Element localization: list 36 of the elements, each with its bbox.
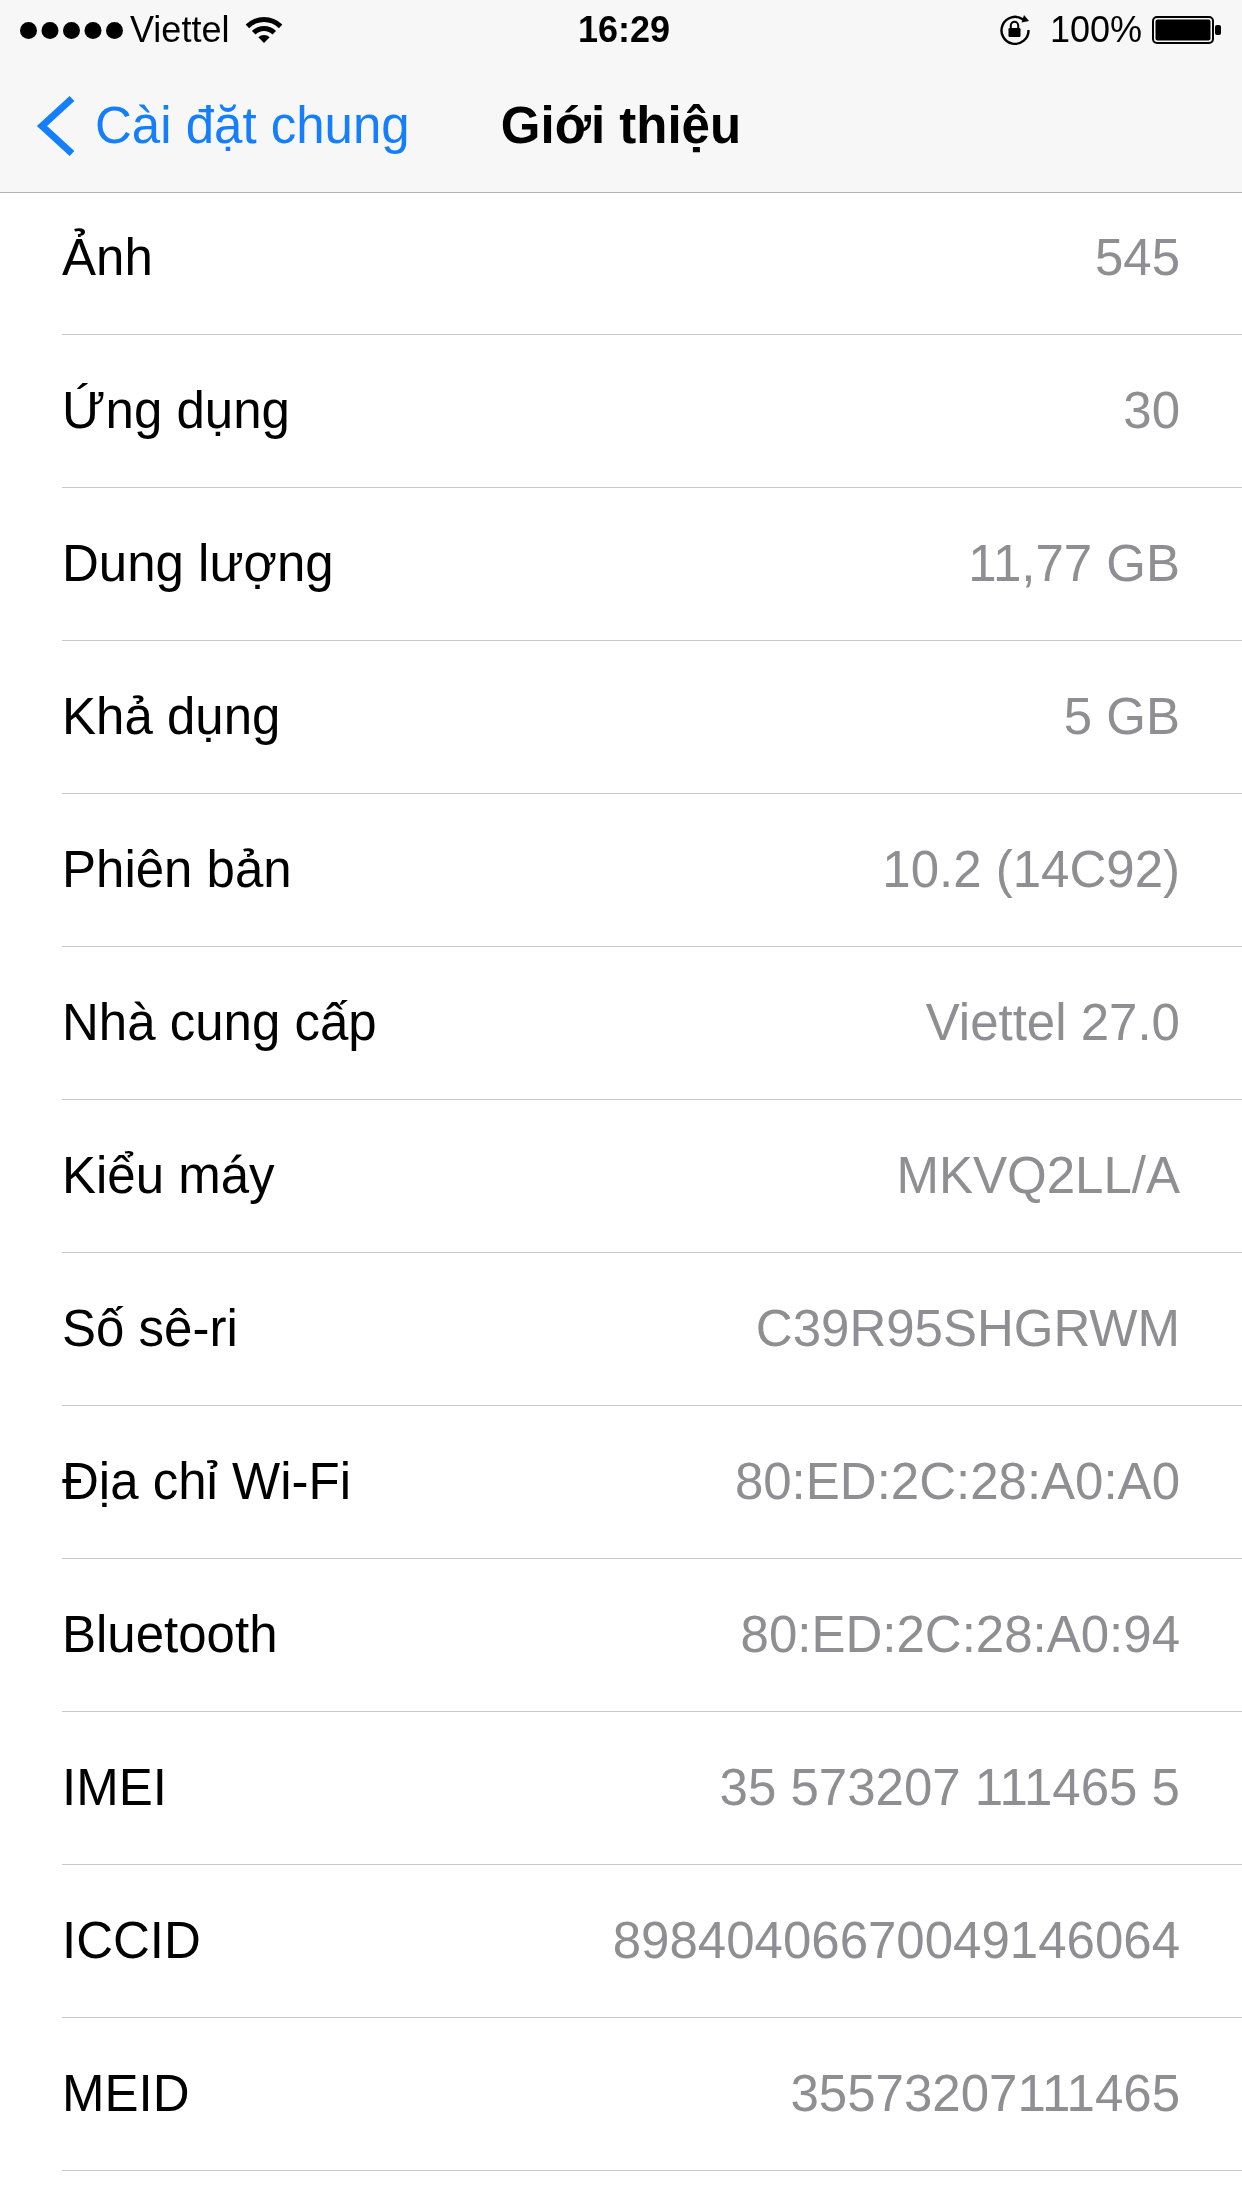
row-value: 35 573207 111465 5 xyxy=(719,1758,1180,1818)
row-value: 11,77 GB xyxy=(968,534,1180,594)
row-label: MEID xyxy=(62,2064,190,2124)
row-label: Khả dụng xyxy=(62,687,281,747)
row-value: 10.2 (14C92) xyxy=(882,840,1180,900)
row-value: Viettel 27.0 xyxy=(925,993,1180,1053)
signal-dots-icon xyxy=(20,21,123,39)
row-label: Dung lượng xyxy=(62,534,334,594)
row-value: 5 GB xyxy=(1063,687,1180,747)
row-label: Địa chỉ Wi-Fi xyxy=(62,1452,351,1512)
back-button[interactable]: Cài đặt chung xyxy=(0,95,410,157)
row-label: ICCID xyxy=(62,1911,201,1971)
row-value: 89840406670049146064 xyxy=(612,1911,1180,1971)
row-label: Ảnh xyxy=(62,227,153,288)
row-label: Nhà cung cấp xyxy=(62,993,377,1053)
row-label: Ứng dụng xyxy=(62,381,290,441)
row-value: 80:ED:2C:28:A0:94 xyxy=(740,1605,1180,1665)
wifi-icon xyxy=(245,16,284,44)
rotation-lock-icon xyxy=(997,14,1032,46)
row-value: 80:ED:2C:28:A0:A0 xyxy=(734,1452,1180,1512)
row-label: Bluetooth xyxy=(62,1605,278,1665)
row-value: MKVQ2LL/A xyxy=(896,1146,1180,1206)
page-title: Giới thiệu xyxy=(500,96,742,156)
carrier-name: Viettel xyxy=(130,9,230,51)
row-value: C39R95SHGRWM xyxy=(755,1299,1180,1359)
row-label: Số sê-ri xyxy=(62,1299,238,1359)
row-label: IMEI xyxy=(62,1758,167,1818)
row-value: 545 xyxy=(1094,228,1180,288)
row-label: Phiên bản xyxy=(62,840,292,900)
battery-icon xyxy=(1152,16,1222,44)
battery-percentage: 100% xyxy=(1049,9,1142,51)
row-value: 30 xyxy=(1123,381,1180,441)
row-label: Kiểu máy xyxy=(62,1146,275,1206)
chevron-left-icon xyxy=(36,95,77,157)
row-value: 35573207111465 xyxy=(790,2064,1180,2124)
clock-time: 16:29 xyxy=(576,9,671,51)
